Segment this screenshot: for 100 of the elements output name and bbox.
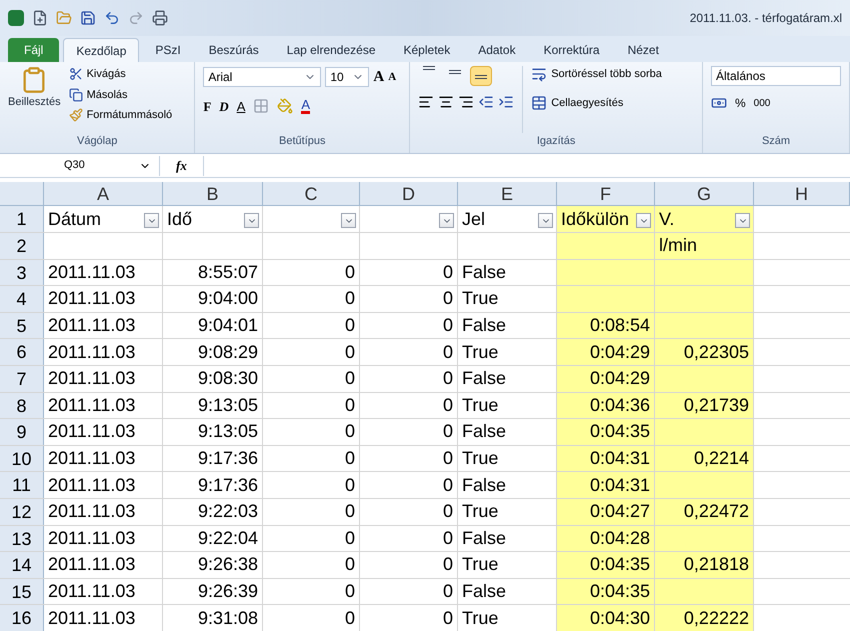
table-cell: 9:08:30 — [163, 366, 263, 392]
indent-increase-icon[interactable] — [498, 94, 514, 110]
cut-button[interactable]: Kivágás — [68, 66, 172, 82]
table-cell: 0:04:27 — [557, 498, 655, 525]
percent-button[interactable]: % — [735, 94, 746, 112]
row-header[interactable]: 11 — [0, 472, 44, 498]
underline-button[interactable]: A — [236, 96, 246, 116]
merge-cells-button[interactable]: Cellaegyesítés — [531, 94, 662, 111]
thousands-button[interactable]: 000 — [754, 96, 770, 110]
table-cell: 0 — [263, 339, 360, 365]
wrap-text-button[interactable]: Sortöréssel több sorba — [531, 66, 662, 82]
save-icon[interactable] — [80, 10, 96, 26]
italic-button[interactable]: D — [219, 96, 229, 116]
column-header[interactable]: F — [557, 182, 655, 205]
column-header[interactable]: G — [655, 182, 754, 205]
filter-button[interactable] — [439, 213, 454, 228]
ribbon-tab[interactable]: PSzI — [143, 38, 193, 62]
row-header[interactable]: 13 — [0, 526, 44, 552]
table-cell: 0 — [263, 260, 360, 286]
align-center-icon[interactable] — [438, 94, 454, 110]
table-cell: 0:04:35 — [557, 578, 655, 604]
paste-button[interactable]: Beillesztés — [8, 66, 61, 132]
filter-button[interactable] — [735, 213, 750, 228]
table-cell: 0:04:35 — [557, 552, 655, 578]
row-header[interactable]: 15 — [0, 578, 44, 604]
row-header[interactable]: 7 — [0, 366, 44, 392]
undo-icon[interactable] — [104, 10, 120, 26]
group-label: Szám — [760, 134, 792, 148]
table-cell: 2011.11.03 — [44, 578, 163, 604]
table-cell: 2011.11.03 — [44, 605, 163, 631]
align-left-icon[interactable] — [418, 94, 434, 110]
filter-button[interactable] — [538, 213, 553, 228]
table-cell: 9:26:38 — [163, 552, 263, 578]
bold-button[interactable]: F — [203, 96, 212, 116]
table-cell: 0,2214 — [655, 446, 754, 472]
table-cell: 0:04:31 — [557, 446, 655, 472]
row-header[interactable]: 3 — [0, 260, 44, 286]
column-header[interactable]: D — [360, 182, 458, 205]
vertical-align-button[interactable] — [470, 66, 492, 86]
filter-button[interactable] — [244, 213, 259, 228]
row-header[interactable]: 1 — [0, 206, 44, 232]
indent-decrease-icon[interactable] — [478, 94, 494, 110]
ribbon-tab[interactable]: Kezdőlap — [63, 38, 140, 62]
table-header-cell: Időkülön — [557, 206, 655, 232]
printer-icon[interactable] — [152, 10, 168, 26]
row-header[interactable]: 8 — [0, 392, 44, 418]
ribbon-tab[interactable]: Beszúrás — [196, 38, 271, 62]
filter-button[interactable] — [636, 213, 651, 228]
table-cell: 2011.11.03 — [44, 498, 163, 525]
row-header[interactable]: 10 — [0, 446, 44, 472]
row-header[interactable]: 14 — [0, 552, 44, 578]
file-tab[interactable]: Fájl — [8, 38, 60, 62]
copy-icon — [68, 88, 83, 102]
ribbon-tab[interactable]: Adatok — [466, 38, 528, 62]
row-header[interactable]: 2 — [0, 233, 44, 259]
table-cell: 0 — [360, 286, 458, 312]
format-painter-button[interactable]: Formátummásoló — [68, 107, 172, 124]
table-cell: 2011.11.03 — [44, 446, 163, 472]
spreadsheet-app-icon[interactable] — [8, 10, 24, 26]
align-right-icon[interactable] — [458, 94, 474, 110]
table-cell: 0:04:28 — [557, 526, 655, 552]
table-cell: 0 — [360, 260, 458, 286]
column-header[interactable]: E — [458, 182, 557, 205]
column-header[interactable]: C — [263, 182, 360, 205]
row-header[interactable]: 12 — [0, 498, 44, 525]
shrink-font-button[interactable]: A — [388, 69, 396, 86]
number-format-field[interactable]: Általános — [711, 66, 841, 86]
table-cell: 0 — [263, 419, 360, 445]
column-header[interactable]: B — [163, 182, 263, 205]
table-cell: 0 — [360, 552, 458, 578]
table-cell: 0 — [360, 472, 458, 498]
ribbon-tab[interactable]: Lap elrendezése — [274, 38, 388, 62]
function-button[interactable]: fx — [168, 156, 195, 176]
table-cell: 9:26:39 — [163, 578, 263, 604]
filter-button[interactable] — [341, 213, 356, 228]
group-label: Igazítás — [536, 134, 576, 148]
column-header[interactable]: H — [754, 182, 850, 205]
ribbon-tab[interactable]: Nézet — [616, 38, 671, 62]
table-cell: 9:04:00 — [163, 286, 263, 312]
ribbon-tab[interactable]: Korrektúra — [532, 38, 612, 62]
copy-button[interactable]: Másolás — [68, 86, 172, 103]
new-file-icon[interactable] — [32, 10, 48, 26]
font-color-button[interactable]: A — [301, 98, 310, 114]
group-label: Betűtípus — [278, 134, 326, 148]
table-cell: 0:04:35 — [557, 419, 655, 445]
row-header[interactable]: 5 — [0, 312, 44, 338]
column-header[interactable]: A — [44, 182, 163, 205]
row-header[interactable]: 16 — [0, 605, 44, 631]
font-size-field[interactable]: 10 — [325, 67, 370, 88]
ribbon-tab[interactable]: Képletek — [392, 38, 462, 62]
filter-button[interactable] — [144, 213, 159, 228]
table-cell: 0 — [360, 339, 458, 365]
row-header[interactable]: 6 — [0, 339, 44, 365]
table-cell: 0 — [263, 472, 360, 498]
name-box[interactable]: Q30 — [0, 156, 160, 176]
font-name-field[interactable]: Arial — [203, 67, 322, 88]
table-cell: 0:08:54 — [557, 312, 655, 338]
row-header[interactable]: 9 — [0, 419, 44, 445]
row-header[interactable]: 4 — [0, 286, 44, 312]
grow-font-button[interactable]: A — [373, 66, 384, 88]
